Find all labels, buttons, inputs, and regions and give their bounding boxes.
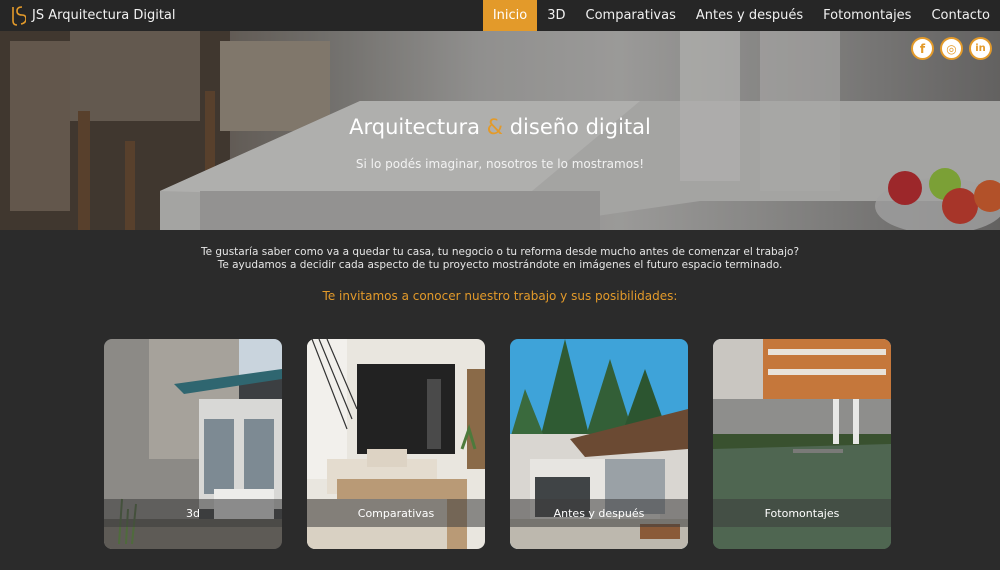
card-3d[interactable]: 3d bbox=[104, 339, 282, 549]
card-fotomontajes[interactable]: Fotomontajes bbox=[713, 339, 891, 549]
nav-item-comparativas[interactable]: Comparativas bbox=[576, 0, 686, 31]
instagram-icon[interactable]: ◎ bbox=[940, 37, 963, 60]
portfolio-cards: 3d Comparativas Antes y después Fotomont… bbox=[104, 339, 891, 549]
brand[interactable]: JS Arquitectura Digital bbox=[0, 0, 176, 31]
brand-logo-icon bbox=[12, 5, 26, 26]
hero-subtitle: Si lo podés imaginar, nosotros te lo mos… bbox=[355, 157, 645, 171]
nav-item-fotomontajes[interactable]: Fotomontajes bbox=[813, 0, 921, 31]
hero-title-part1: Arquitectura bbox=[349, 115, 487, 139]
card-3d-label: 3d bbox=[104, 499, 282, 527]
brand-title: JS Arquitectura Digital bbox=[32, 8, 176, 23]
card-comparativas-label: Comparativas bbox=[307, 499, 485, 527]
social-links: f ◎ in bbox=[911, 37, 992, 60]
nav-item-antes-y-despues[interactable]: Antes y después bbox=[686, 0, 813, 31]
main-nav: Inicio 3D Comparativas Antes y después F… bbox=[482, 0, 1000, 31]
linkedin-icon[interactable]: in bbox=[969, 37, 992, 60]
card-antes-y-despues[interactable]: Antes y después bbox=[510, 339, 688, 549]
facebook-icon[interactable]: f bbox=[911, 37, 934, 60]
intro-text: Te gustaría saber como va a quedar tu ca… bbox=[0, 246, 1000, 272]
nav-item-inicio[interactable]: Inicio bbox=[482, 0, 538, 31]
invite-text: Te invitamos a conocer nuestro trabajo y… bbox=[322, 289, 678, 303]
hero-title-part2: diseño digital bbox=[503, 115, 651, 139]
hero-title-ampersand: & bbox=[486, 115, 504, 139]
card-comparativas[interactable]: Comparativas bbox=[307, 339, 485, 549]
intro-line-2: Te ayudamos a decidir cada aspecto de tu… bbox=[217, 259, 783, 271]
card-antes-y-despues-label: Antes y después bbox=[510, 499, 688, 527]
top-navbar: JS Arquitectura Digital Inicio 3D Compar… bbox=[0, 0, 1000, 31]
hero-title: Arquitectura & diseño digital bbox=[0, 115, 1000, 139]
nav-item-3d[interactable]: 3D bbox=[537, 0, 575, 31]
intro-line-1: Te gustaría saber como va a quedar tu ca… bbox=[200, 246, 800, 258]
hero-banner: Arquitectura & diseño digital Si lo podé… bbox=[0, 31, 1000, 230]
nav-item-contacto[interactable]: Contacto bbox=[921, 0, 1000, 31]
card-fotomontajes-label: Fotomontajes bbox=[713, 499, 891, 527]
